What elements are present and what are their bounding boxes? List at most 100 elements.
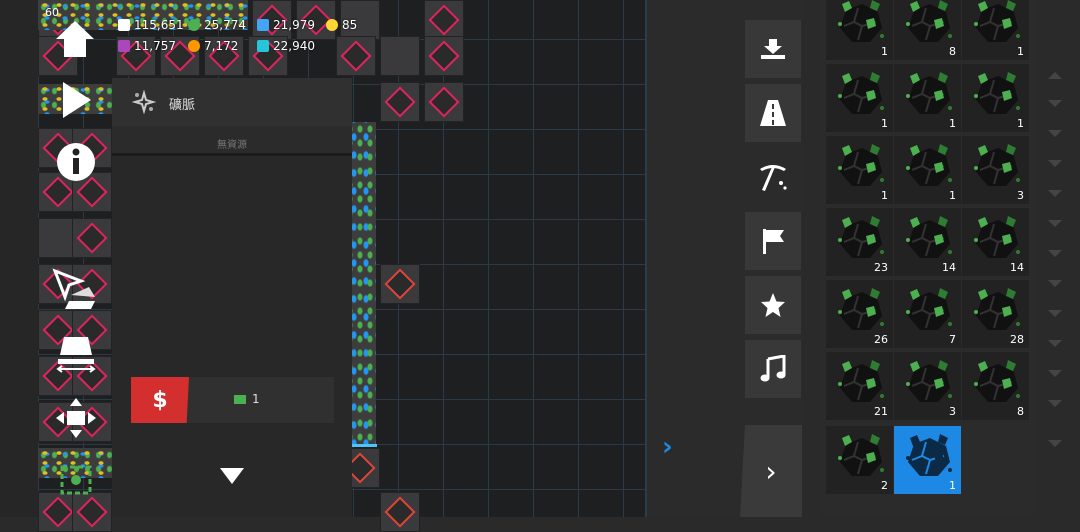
item-count: 1	[949, 479, 956, 492]
module-tile[interactable]	[72, 218, 112, 258]
ore-icon	[906, 72, 952, 114]
scroll-arrow-icon	[1048, 220, 1062, 227]
resource-value: 7,172	[204, 39, 239, 53]
tab-favorites[interactable]	[745, 276, 801, 334]
ore-item[interactable]: 7	[894, 280, 961, 348]
red-module-tile[interactable]	[380, 492, 420, 532]
tab-import[interactable]	[745, 20, 801, 78]
ore-item[interactable]: 3	[894, 352, 961, 420]
module-tile[interactable]	[424, 82, 464, 122]
ore-icon	[838, 360, 884, 402]
tab-music[interactable]	[745, 340, 801, 398]
collapse-panel-button[interactable]	[220, 468, 244, 484]
ore-item[interactable]: 26	[826, 280, 893, 348]
ore-item[interactable]: 14	[894, 208, 961, 276]
module-tile[interactable]	[424, 0, 464, 40]
scroll-arrow-icon	[1048, 100, 1062, 107]
module-tile[interactable]	[72, 492, 112, 532]
ore-icon	[838, 288, 884, 330]
ore-item-selected[interactable]: 1	[894, 426, 961, 494]
expand-drawer-button[interactable]: ›	[740, 425, 802, 517]
layer-tool-button[interactable]	[54, 332, 98, 376]
resource-money: 115,651	[118, 18, 184, 32]
home-button[interactable]	[52, 18, 98, 60]
ore-item[interactable]: 3	[962, 136, 1029, 204]
ore-icon	[838, 216, 884, 258]
item-count: 23	[874, 261, 888, 274]
ore-item[interactable]: 1	[826, 64, 893, 132]
item-count: 1	[949, 189, 956, 202]
move-tool-button[interactable]	[54, 396, 98, 440]
item-count: 3	[949, 405, 956, 418]
pickaxe-icon	[760, 165, 787, 191]
money-icon	[118, 19, 130, 31]
road-icon	[760, 100, 786, 126]
item-count: 8	[1017, 405, 1024, 418]
empty-tile[interactable]	[380, 36, 420, 76]
green-resource-icon	[188, 19, 200, 31]
ore-item[interactable]: 21	[826, 352, 893, 420]
ore-icon	[906, 360, 952, 402]
blue-resource-icon	[257, 19, 269, 31]
ore-item[interactable]: 8	[962, 352, 1029, 420]
ore-icon	[838, 0, 884, 42]
resource-orange: 7,172	[188, 39, 238, 53]
resource-blue: 21,979	[257, 18, 315, 32]
scroll-down-icon[interactable]	[1048, 440, 1062, 447]
item-count: 26	[874, 333, 888, 346]
item-count: 8	[949, 45, 956, 58]
yellow-resource-icon	[326, 19, 338, 31]
scroll-arrow-icon	[1048, 130, 1062, 137]
module-tile[interactable]	[424, 36, 464, 76]
flag-icon	[763, 229, 784, 254]
ore-item[interactable]: 1	[894, 136, 961, 204]
ore-icon	[974, 144, 1020, 186]
info-button[interactable]	[54, 140, 98, 184]
item-count: 1	[949, 117, 956, 130]
ore-vein-icon	[132, 90, 156, 114]
ore-item[interactable]: 1	[826, 0, 893, 60]
download-tray-icon	[761, 39, 785, 59]
build-tool-button[interactable]	[50, 266, 100, 314]
panel-body	[112, 156, 352, 517]
ore-item[interactable]: 28	[962, 280, 1029, 348]
ore-item[interactable]: 1	[962, 0, 1029, 60]
ore-item[interactable]: 8	[894, 0, 961, 60]
module-tile[interactable]	[380, 82, 420, 122]
item-count: 14	[1010, 261, 1024, 274]
tab-roads[interactable]	[745, 84, 801, 142]
sell-button[interactable]: $	[131, 377, 189, 423]
ore-icon	[974, 360, 1020, 402]
resource-value: 115,651	[134, 18, 184, 32]
ore-item[interactable]: 23	[826, 208, 893, 276]
resource-value: 22,940	[273, 39, 315, 53]
ore-item[interactable]: 1	[894, 64, 961, 132]
scroll-up-icon[interactable]	[1048, 72, 1062, 79]
item-count: 1	[881, 189, 888, 202]
home-icon	[56, 21, 94, 57]
play-button[interactable]	[56, 78, 96, 122]
tab-flags[interactable]	[745, 212, 801, 270]
chevron-right-icon[interactable]: ›	[662, 432, 673, 462]
tab-mining[interactable]	[745, 148, 801, 206]
resource-yellow: 85	[326, 18, 357, 32]
select-tool-button[interactable]	[56, 462, 96, 498]
ore-icon	[906, 0, 952, 42]
ore-item[interactable]: 2	[826, 426, 893, 494]
scroll-arrow-icon	[1048, 370, 1062, 377]
cyan-resource-icon	[257, 40, 269, 52]
purple-resource-icon	[118, 40, 130, 52]
ore-item[interactable]: 14	[962, 208, 1029, 276]
item-count: 28	[1010, 333, 1024, 346]
red-module-tile[interactable]	[380, 264, 420, 304]
item-count: 1	[881, 117, 888, 130]
ore-icon	[838, 434, 884, 476]
no-resources-text: 無資源	[217, 140, 247, 151]
music-note-icon	[760, 355, 786, 382]
ore-item[interactable]: 1	[826, 136, 893, 204]
resource-value: 11,757	[134, 39, 176, 53]
ore-item[interactable]: 1	[962, 64, 1029, 132]
resource-bar: 115,651 25,774 21,979 85 11,757 7,172 22…	[112, 14, 372, 60]
conveyor-belt[interactable]	[352, 122, 376, 447]
scroll-arrow-icon	[1048, 310, 1062, 317]
